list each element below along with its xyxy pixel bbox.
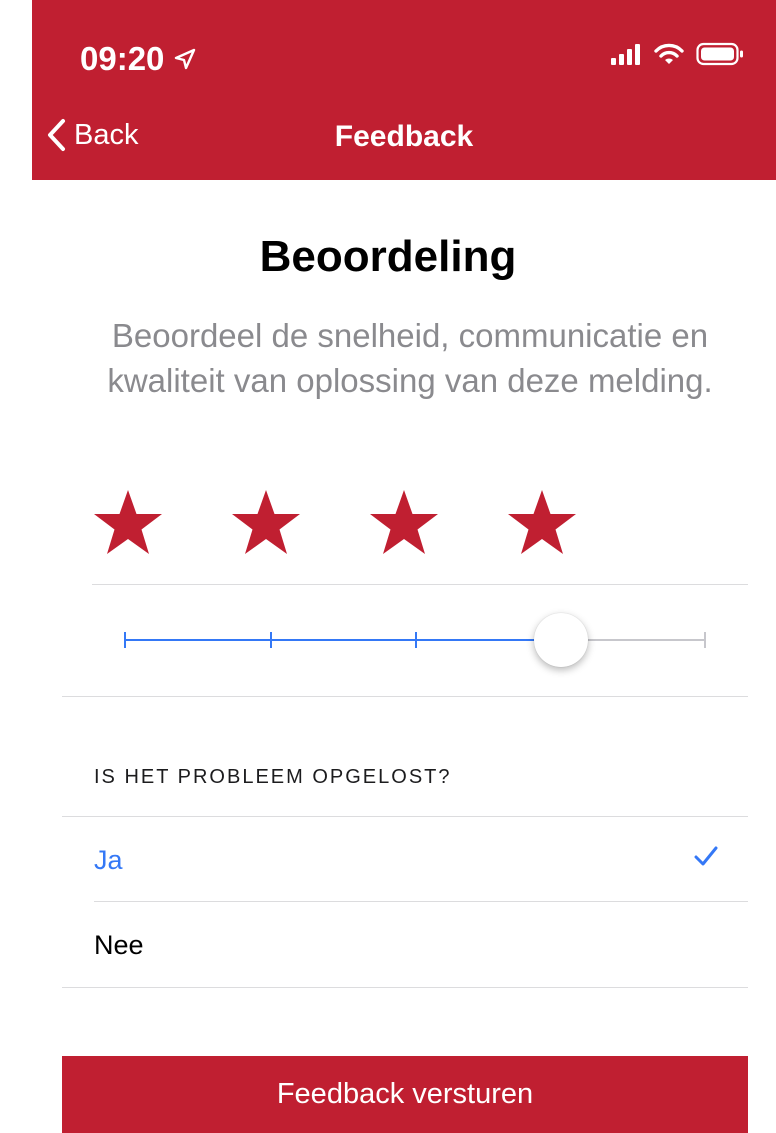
divider-slider-bottom xyxy=(62,696,748,697)
location-arrow-icon xyxy=(175,48,196,70)
battery-icon xyxy=(696,42,743,66)
divider-options-top xyxy=(62,816,748,817)
slider-tick xyxy=(269,632,272,648)
wifi-icon xyxy=(654,43,684,64)
signal-icon xyxy=(611,44,640,65)
slider-tick xyxy=(415,632,417,648)
divider-options-bottom xyxy=(62,987,748,988)
option-ja-label: Ja xyxy=(94,844,123,875)
section-header-resolved: IS HET PROBLEEM OPGELOST? xyxy=(94,766,452,788)
divider-top xyxy=(92,584,748,585)
status-time-text: 09:20 xyxy=(80,40,165,77)
star-icon[interactable] xyxy=(368,488,440,561)
slider-track-filled xyxy=(124,639,561,641)
option-ja[interactable]: Ja xyxy=(62,818,748,902)
slider-tick xyxy=(704,632,706,648)
star-icon[interactable] xyxy=(92,488,164,561)
rating-description: Beoordeel de snelheid, communicatie en k… xyxy=(107,317,713,399)
star-rating xyxy=(92,488,578,561)
submit-feedback-button[interactable]: Feedback versturen xyxy=(62,1056,748,1133)
star-icon[interactable] xyxy=(230,488,302,561)
divider-options-mid xyxy=(94,901,748,902)
status-bar-time: 09:20 xyxy=(80,40,196,78)
checkmark-icon xyxy=(694,846,718,866)
page-title: Feedback xyxy=(334,120,474,153)
navigation-header: 09:20 Back Feedback xyxy=(32,0,776,180)
rating-title: Beoordeling xyxy=(259,232,517,281)
option-nee[interactable]: Nee xyxy=(62,903,748,987)
slider-tick xyxy=(124,632,126,648)
submit-feedback-label: Feedback versturen xyxy=(276,1078,534,1110)
status-icons xyxy=(610,42,744,66)
slider-thumb[interactable] xyxy=(533,613,588,667)
option-nee-label: Nee xyxy=(94,929,144,960)
star-icon[interactable] xyxy=(506,488,578,561)
rating-slider[interactable] xyxy=(124,600,706,680)
